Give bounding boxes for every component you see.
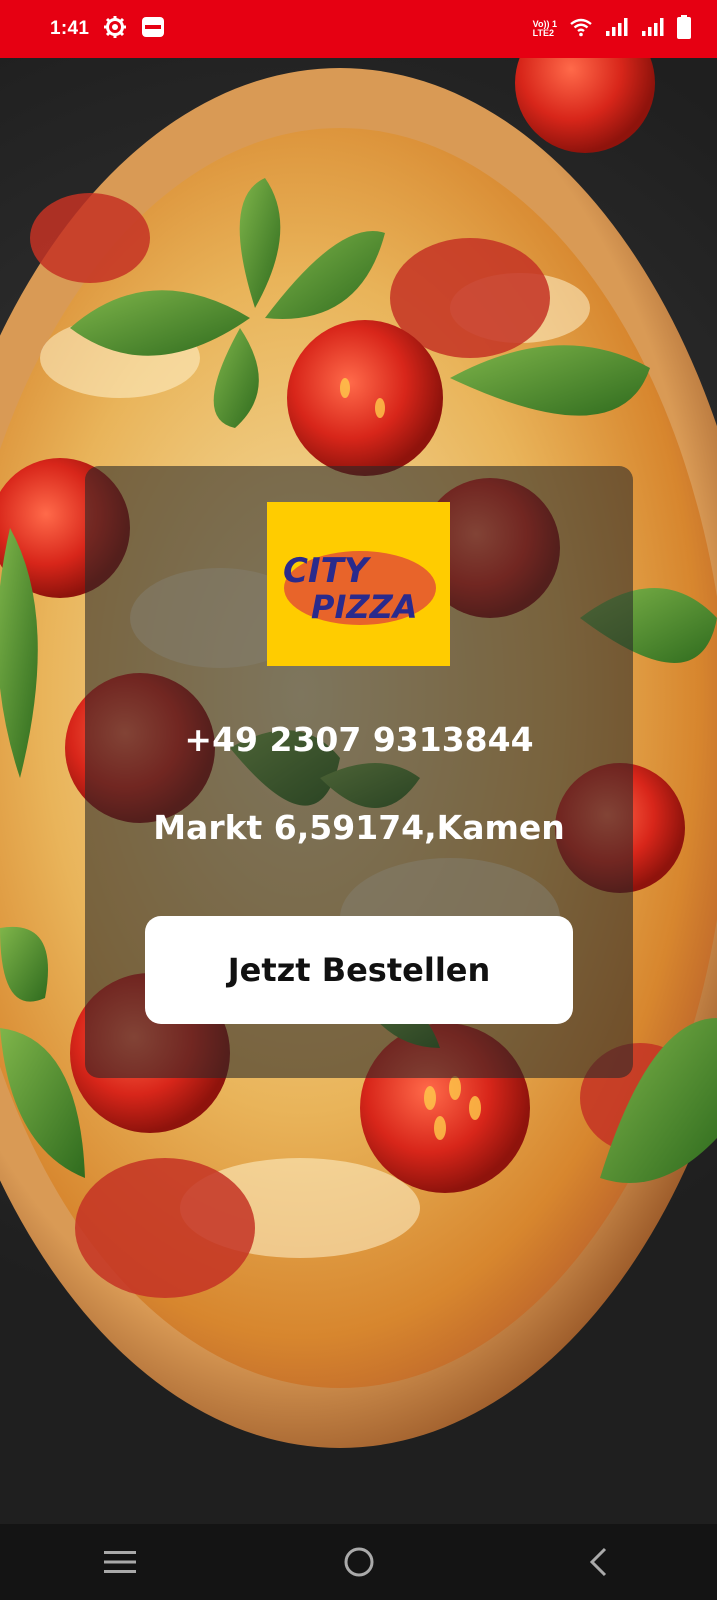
city-pizza-logo: CITY PIZZA [267, 502, 450, 666]
volte-icon: Vo)) 1 LTE2 [533, 20, 557, 38]
logo-text-city: CITY [283, 551, 372, 591]
system-navigation-bar [0, 1524, 717, 1600]
wifi-icon [569, 17, 593, 42]
signal-strength-icon [605, 17, 629, 42]
menu-icon[interactable] [80, 1532, 160, 1592]
back-icon[interactable] [558, 1532, 638, 1592]
status-bar-left: 1:41 [50, 15, 165, 44]
battery-icon [677, 14, 691, 44]
signal-strength-icon [641, 17, 665, 42]
status-time: 1:41 [50, 18, 90, 39]
phone-number[interactable]: +49 2307 9313844 [85, 720, 633, 759]
settings-gear-icon [103, 15, 127, 44]
restaurant-info-card: CITY PIZZA +49 2307 9313844 Markt 6,5917… [85, 466, 633, 1078]
lte-label: LTE2 [532, 28, 554, 38]
status-bar-right: Vo)) 1 LTE2 [533, 14, 691, 44]
order-now-button[interactable]: Jetzt Bestellen [145, 916, 573, 1024]
paytm-app-icon [141, 15, 165, 44]
logo-text-pizza: PIZZA [311, 588, 418, 626]
home-icon[interactable] [319, 1532, 399, 1592]
status-bar: 1:41 Vo)) 1 LTE2 [0, 0, 717, 58]
address-text: Markt 6,59174,Kamen [153, 808, 565, 847]
